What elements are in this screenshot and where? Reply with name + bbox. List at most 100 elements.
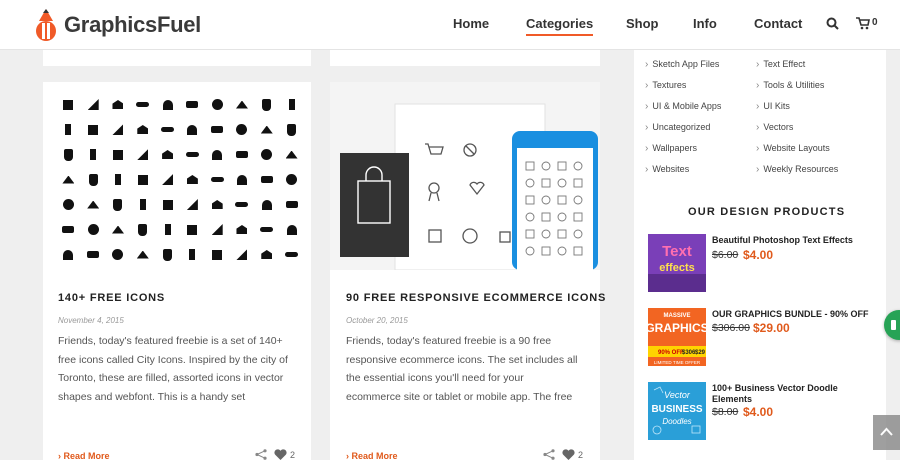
- nav-categories[interactable]: Categories: [526, 16, 594, 36]
- city-icon: [279, 167, 304, 192]
- city-icon: [81, 167, 106, 192]
- svg-text:BUSINESS: BUSINESS: [651, 404, 702, 415]
- category-link[interactable]: Sketch App Files: [645, 59, 719, 70]
- city-icons-thumbnail[interactable]: [56, 92, 304, 267]
- city-icon: [106, 92, 131, 117]
- sale-price: $4.00: [743, 405, 774, 419]
- share-icon[interactable]: [255, 449, 267, 460]
- post-title[interactable]: 90 FREE RESPONSIVE ECOMMERCE ICONS: [346, 292, 606, 304]
- sale-price: $4.00: [743, 248, 774, 262]
- category-link[interactable]: Vectors: [756, 122, 793, 133]
- city-icon: [205, 242, 230, 267]
- city-icon: [230, 92, 255, 117]
- previous-card-bottom: [330, 50, 600, 66]
- city-icon: [230, 117, 255, 142]
- heart-icon[interactable]: [562, 449, 575, 460]
- old-price: $8.00: [712, 406, 739, 418]
- old-price: $6.00: [712, 249, 739, 261]
- city-icon: [205, 142, 230, 167]
- city-icon: [130, 242, 155, 267]
- city-icon: [130, 167, 155, 192]
- share-icon[interactable]: [543, 449, 555, 460]
- product-name[interactable]: OUR GRAPHICS BUNDLE - 90% OFF: [712, 309, 869, 320]
- city-icon: [230, 167, 255, 192]
- site-logo[interactable]: GraphicsFuel: [34, 8, 201, 42]
- category-link[interactable]: Uncategorized: [645, 122, 710, 133]
- city-icon: [254, 217, 279, 242]
- city-icon: [130, 142, 155, 167]
- svg-text:Text: Text: [662, 243, 692, 260]
- city-icon: [180, 217, 205, 242]
- city-icon: [279, 217, 304, 242]
- ecommerce-icons-thumbnail[interactable]: [330, 82, 600, 270]
- cart-icon[interactable]: [856, 17, 870, 30]
- city-icon: [180, 167, 205, 192]
- city-icon: [56, 117, 81, 142]
- chevron-up-icon: [880, 427, 893, 436]
- svg-text:effects: effects: [659, 262, 694, 274]
- city-icon: [254, 192, 279, 217]
- back-to-top-button[interactable]: [873, 415, 900, 450]
- read-more-link[interactable]: › Read More: [346, 451, 398, 460]
- svg-text:Vector: Vector: [664, 390, 691, 400]
- product-name[interactable]: Beautiful Photoshop Text Effects: [712, 235, 853, 246]
- city-icon: [205, 217, 230, 242]
- previous-card-bottom: [43, 50, 311, 66]
- nav-shop[interactable]: Shop: [626, 16, 659, 31]
- city-icon: [81, 217, 106, 242]
- city-icon: [180, 92, 205, 117]
- city-icon: [56, 92, 81, 117]
- svg-text:MASSIVE: MASSIVE: [663, 313, 690, 319]
- city-icon: [254, 117, 279, 142]
- city-icon: [130, 92, 155, 117]
- category-link[interactable]: Website Layouts: [756, 143, 829, 154]
- svg-text:Doodles: Doodles: [662, 417, 691, 426]
- city-icon: [155, 142, 180, 167]
- product-thumbnail[interactable]: Text effects: [648, 234, 706, 292]
- city-icon: [180, 142, 205, 167]
- city-icon: [205, 117, 230, 142]
- nav-home[interactable]: Home: [453, 16, 489, 31]
- svg-text:LIMITED TIME OFFER: LIMITED TIME OFFER: [654, 360, 701, 365]
- category-link[interactable]: Tools & Utilities: [756, 80, 824, 91]
- read-more-link[interactable]: › Read More: [58, 451, 110, 460]
- city-icon: [180, 192, 205, 217]
- search-icon[interactable]: [826, 17, 839, 30]
- product-thumbnail[interactable]: Vector BUSINESS Doodles: [648, 382, 706, 440]
- city-icon: [56, 142, 81, 167]
- product-thumbnail[interactable]: MASSIVE GRAPHICS 90% OFF $306 $29 LIMITE…: [648, 308, 706, 366]
- like-count: 2: [578, 450, 584, 460]
- cart-count: 0: [872, 17, 878, 28]
- category-link[interactable]: Websites: [645, 164, 689, 175]
- chat-icon: [891, 320, 896, 330]
- city-icon: [56, 217, 81, 242]
- post-date: October 20, 2015: [346, 316, 408, 325]
- city-icon: [130, 192, 155, 217]
- chat-button[interactable]: [884, 310, 900, 340]
- city-icon: [279, 92, 304, 117]
- post-date: November 4, 2015: [58, 316, 124, 325]
- city-icon: [205, 92, 230, 117]
- city-icon: [155, 217, 180, 242]
- category-link[interactable]: UI Kits: [756, 101, 790, 112]
- city-icon: [155, 92, 180, 117]
- city-icon: [155, 242, 180, 267]
- city-icon: [130, 217, 155, 242]
- city-icon: [155, 117, 180, 142]
- city-icon: [106, 192, 131, 217]
- nav-info[interactable]: Info: [693, 16, 717, 31]
- city-icon: [155, 192, 180, 217]
- category-link[interactable]: UI & Mobile Apps: [645, 101, 721, 112]
- city-icon: [279, 142, 304, 167]
- post-title[interactable]: 140+ FREE ICONS: [58, 292, 165, 304]
- city-icon: [230, 192, 255, 217]
- heart-icon[interactable]: [274, 449, 287, 460]
- category-link[interactable]: Wallpapers: [645, 143, 697, 154]
- nav-contact[interactable]: Contact: [754, 16, 802, 31]
- city-icon: [81, 92, 106, 117]
- category-link[interactable]: Text Effect: [756, 59, 805, 70]
- city-icon: [180, 242, 205, 267]
- product-name[interactable]: 100+ Business Vector Doodle Elements: [712, 383, 862, 405]
- category-link[interactable]: Weekly Resources: [756, 164, 838, 175]
- category-link[interactable]: Textures: [645, 80, 686, 91]
